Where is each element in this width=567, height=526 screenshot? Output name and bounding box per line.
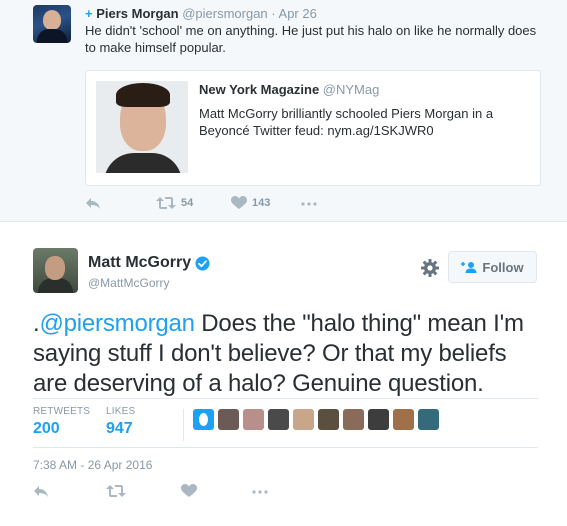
liker-avatar[interactable] bbox=[218, 409, 239, 430]
separator-dot: · bbox=[271, 6, 276, 21]
liker-avatar[interactable] bbox=[318, 409, 339, 430]
tweet-date[interactable]: Apr 26 bbox=[279, 6, 317, 21]
retweets-label: RETWEETS bbox=[33, 406, 91, 417]
heart-icon bbox=[231, 196, 247, 209]
retweet-icon bbox=[106, 485, 126, 497]
retweet-context-section: + Piers Morgan @piersmorgan · Apr 26 He … bbox=[0, 0, 567, 222]
heart-icon bbox=[181, 484, 197, 497]
tweet-timestamp[interactable]: 7:38 AM - 26 Apr 2016 bbox=[33, 458, 152, 472]
egg-avatar-icon bbox=[199, 413, 208, 426]
like-count: 143 bbox=[252, 197, 271, 209]
liker-avatar[interactable] bbox=[368, 409, 389, 430]
more-button[interactable] bbox=[301, 202, 317, 206]
retweet-button[interactable]: 54 bbox=[156, 196, 193, 210]
piers-morgan-avatar[interactable] bbox=[33, 5, 71, 43]
retweets-value: 200 bbox=[33, 420, 60, 437]
liker-avatar[interactable] bbox=[193, 409, 214, 430]
main-author-name-row[interactable]: Matt McGorry bbox=[88, 254, 210, 272]
mention-link[interactable]: @piersmorgan bbox=[39, 310, 195, 337]
main-author-handle[interactable]: @MattMcGorry bbox=[88, 276, 170, 290]
stats-bottom-divider bbox=[33, 447, 538, 448]
plus-icon: + bbox=[85, 6, 93, 21]
reply-button[interactable] bbox=[85, 196, 101, 210]
stats-top-divider bbox=[33, 398, 538, 399]
liker-avatar[interactable] bbox=[243, 409, 264, 430]
liker-avatar[interactable] bbox=[343, 409, 364, 430]
retweet-text: He didn't 'school' me on anything. He ju… bbox=[85, 23, 537, 55]
reply-icon bbox=[34, 486, 48, 497]
main-more-button[interactable] bbox=[252, 490, 268, 494]
more-icon bbox=[301, 202, 317, 206]
liker-avatar[interactable] bbox=[268, 409, 289, 430]
quoted-tweet-card[interactable]: New York Magazine @NYMag Matt McGorry br… bbox=[85, 70, 541, 186]
quoted-tweet-image bbox=[96, 81, 188, 173]
verified-badge-icon bbox=[195, 256, 210, 270]
quoted-author-handle: @NYMag bbox=[322, 82, 380, 97]
image-hair bbox=[116, 83, 170, 107]
likes-stat[interactable]: LIKES 947 bbox=[106, 406, 135, 438]
follow-button[interactable]: Follow bbox=[448, 251, 537, 283]
liker-avatar[interactable] bbox=[293, 409, 314, 430]
likes-label: LIKES bbox=[106, 406, 136, 417]
likes-value: 947 bbox=[106, 420, 133, 437]
liker-avatars bbox=[193, 409, 443, 430]
main-retweet-button[interactable] bbox=[106, 484, 126, 498]
more-icon bbox=[252, 490, 268, 494]
quoted-author-name: New York Magazine bbox=[199, 82, 320, 97]
avatar-body bbox=[37, 29, 67, 43]
main-author-name: Matt McGorry bbox=[88, 254, 192, 271]
avatar-face bbox=[45, 256, 65, 280]
add-user-icon bbox=[461, 262, 477, 273]
stats-separator bbox=[183, 409, 184, 441]
liker-avatar[interactable] bbox=[393, 409, 414, 430]
avatar-body bbox=[38, 278, 73, 293]
retweet-icon bbox=[156, 197, 176, 209]
image-shirt bbox=[104, 153, 182, 173]
gear-icon[interactable] bbox=[420, 258, 440, 278]
matt-mcgorry-avatar[interactable] bbox=[33, 248, 78, 293]
author-handle[interactable]: @piersmorgan bbox=[182, 6, 267, 21]
main-tweet-text: .@piersmorgan Does the "halo thing" mean… bbox=[33, 309, 533, 399]
author-name[interactable]: Piers Morgan bbox=[96, 6, 178, 21]
retweets-stat[interactable]: RETWEETS 200 bbox=[33, 406, 90, 438]
like-button[interactable]: 143 bbox=[231, 196, 270, 210]
liker-avatar[interactable] bbox=[418, 409, 439, 430]
quoted-tweet-text: Matt McGorry brilliantly schooled Piers … bbox=[199, 106, 494, 138]
reply-icon bbox=[86, 198, 100, 209]
main-reply-button[interactable] bbox=[33, 484, 49, 498]
retweet-count: 54 bbox=[181, 197, 194, 209]
avatar-face bbox=[43, 10, 61, 30]
follow-label: Follow bbox=[482, 259, 524, 275]
quoted-tweet-header: New York Magazine @NYMag bbox=[199, 82, 379, 97]
retweet-header: + Piers Morgan @piersmorgan · Apr 26 bbox=[85, 6, 317, 21]
main-like-button[interactable] bbox=[181, 484, 197, 498]
